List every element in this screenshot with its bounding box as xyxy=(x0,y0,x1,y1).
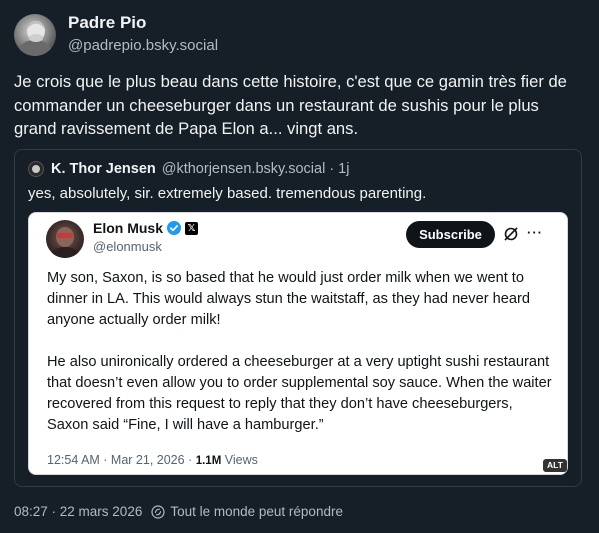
reply-setting-text[interactable]: Tout le monde peut répondre xyxy=(170,504,343,519)
post: Padre Pio @padrepio.bsky.social Je crois… xyxy=(0,0,599,533)
post-text: Je crois que le plus beau dans cette his… xyxy=(14,72,567,138)
quoted-author-name[interactable]: K. Thor Jensen xyxy=(51,161,156,177)
grok-icon xyxy=(504,227,518,241)
embed-body: My son, Saxon, is so based that he would… xyxy=(47,268,552,436)
quoted-post-header: K. Thor Jensen @kthorjensen.bsky.social … xyxy=(28,161,349,177)
quoted-post[interactable]: K. Thor Jensen @kthorjensen.bsky.social … xyxy=(14,149,582,487)
avatar-photo-icon xyxy=(51,227,79,258)
post-timestamp[interactable]: 08:27 · 22 mars 2026 xyxy=(14,504,142,519)
embed-views-label: Views xyxy=(221,453,258,467)
more-icon: ··· xyxy=(527,225,543,240)
alt-text-badge[interactable]: ALT xyxy=(543,459,567,472)
author-handle[interactable]: @padrepio.bsky.social xyxy=(68,36,218,56)
post-footer: 08:27 · 22 mars 2026 Tout le monde peut … xyxy=(14,504,343,519)
embed-author-avatar xyxy=(46,220,84,258)
embed-paragraph: He also unironically ordered a cheesebur… xyxy=(47,354,552,433)
embed-author-handle: @elonmusk xyxy=(93,239,162,254)
embed-views-count: 1.1M xyxy=(195,455,222,467)
quoted-post-text: yes, absolutely, sir. extremely based. t… xyxy=(28,185,427,202)
quoted-author-avatar[interactable] xyxy=(28,161,44,177)
quoted-time: 1j xyxy=(338,161,350,177)
embedded-screenshot[interactable]: Elon Musk 𝕏 @elonmusk Subscribe ··· My s… xyxy=(28,212,568,475)
post-author[interactable]: Padre Pio @padrepio.bsky.social xyxy=(14,12,218,56)
avatar-photo-icon xyxy=(19,21,51,56)
quoted-author-handle[interactable]: @kthorjensen.bsky.social xyxy=(162,161,326,177)
quoted-separator: · xyxy=(329,161,335,177)
subscribe-button: Subscribe xyxy=(406,221,495,248)
author-avatar[interactable] xyxy=(14,14,56,56)
embed-timestamp: 12:54 AM · Mar 21, 2026 · xyxy=(47,453,196,467)
embed-paragraph: My son, Saxon, is so based that he would… xyxy=(47,270,530,328)
author-display-name[interactable]: Padre Pio xyxy=(68,12,218,34)
globe-reply-settings-icon xyxy=(151,504,165,519)
embed-author-name: Elon Musk xyxy=(93,220,164,236)
verified-badge-icon xyxy=(167,221,182,235)
x-logo-icon: 𝕏 xyxy=(185,221,199,235)
embed-meta: 12:54 AM · Mar 21, 2026 · 1.1M Views xyxy=(47,453,258,467)
